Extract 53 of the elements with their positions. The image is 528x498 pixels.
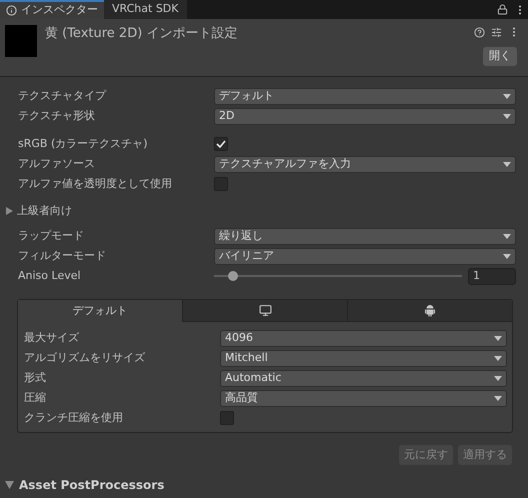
property-label: フィルターモード [18,248,107,264]
caret-icon [503,114,511,118]
open-button[interactable]: 開く [483,47,517,66]
property-label: テクスチャタイプ [18,88,108,104]
expanded-arrow-icon[interactable] [5,481,14,489]
property-label: sRGB (カラーテクスチャ) [18,136,149,152]
lock-icon[interactable] [497,4,508,15]
help-icon[interactable] [474,26,485,38]
caret-icon [503,162,511,166]
caret-icon [503,94,511,98]
android-icon [424,304,436,317]
property-label: ラップモード [18,228,85,244]
property-label: アルファソース [18,156,96,172]
section-title[interactable]: Asset PostProcessors [19,476,164,494]
caret-icon [494,396,502,400]
property-label: アルゴリズムをリサイズ [24,350,146,366]
panel-tab[interactable]: VRChat SDK [104,0,186,19]
property-label: Aniso Level [18,268,82,284]
property-label: クランチ圧縮を使用 [24,410,124,426]
checkbox[interactable] [214,137,228,151]
dropdown[interactable]: 高品質 [220,390,507,406]
number-field[interactable]: 1 [468,268,516,284]
caret-icon [494,376,502,380]
dropdown[interactable]: 4096 [220,330,507,346]
caret-icon [503,254,511,258]
dropdown[interactable]: Mitchell [220,350,507,366]
check-icon [216,140,226,148]
property-label: 形式 [24,370,47,386]
property-label: 最大サイズ [24,330,80,346]
dropdown[interactable]: デフォルト [214,88,516,104]
dropdown[interactable]: Automatic [220,370,507,386]
foldout-label[interactable]: 上級者向け [17,202,72,220]
dropdown[interactable]: 繰り返し [214,228,516,244]
property-label: 圧縮 [24,390,47,406]
caret-icon [494,336,502,340]
property-label: アルファ値を透明度として使用 [18,176,173,192]
panel-tab[interactable]: インスペクター [0,0,104,19]
caret-icon [503,234,511,238]
sliders-icon[interactable] [491,26,502,38]
slider-thumb[interactable] [228,271,238,281]
slider-track[interactable] [214,270,462,282]
dropdown[interactable]: 2D [214,108,516,124]
dropdown[interactable]: テクスチャアルファを入力 [214,156,516,172]
monitor-icon [258,304,272,317]
texture-thumbnail [5,25,37,57]
header-title: 黄 (Texture 2D) インポート設定 [45,25,238,43]
dropdown[interactable]: バイリニア [214,248,516,264]
info-icon [6,5,17,16]
property-label: テクスチャ形状 [18,108,96,124]
checkbox[interactable] [214,177,228,191]
collapsed-arrow-icon[interactable] [6,207,13,215]
caret-icon [494,356,502,360]
checkbox[interactable] [220,411,234,425]
